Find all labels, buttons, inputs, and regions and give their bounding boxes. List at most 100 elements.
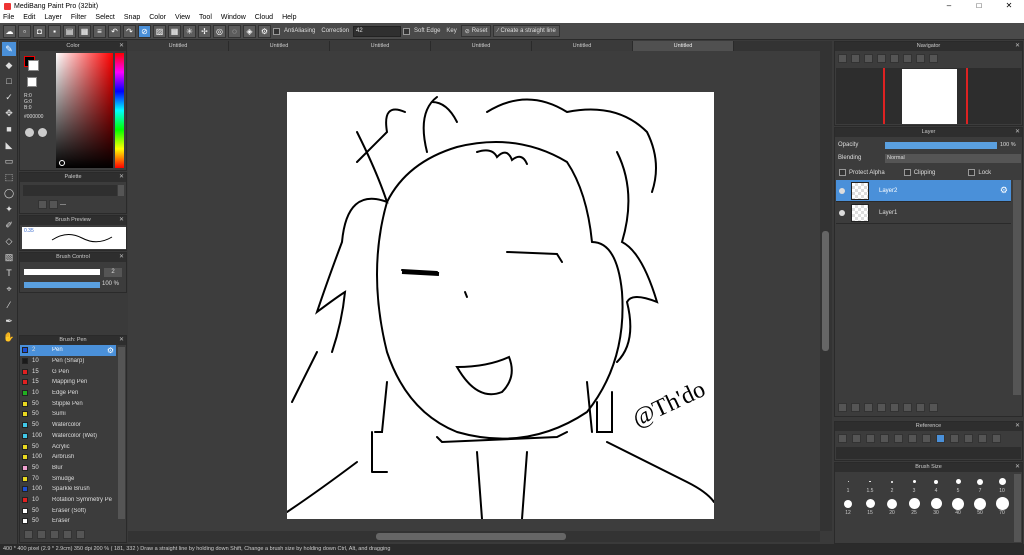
add-layer-menu-icon[interactable] [877, 403, 886, 412]
soft-edge-checkbox[interactable] [403, 27, 411, 35]
layer-row-layer2[interactable]: Layer2 ⚙ [836, 180, 1011, 202]
minimize-button[interactable]: – [934, 0, 964, 12]
grid-icon[interactable]: ▦ [78, 24, 91, 38]
tab-document-active[interactable]: Untitled [633, 41, 734, 51]
canvas-vertical-scrollbar[interactable] [820, 51, 832, 531]
reference-rotate-left-icon[interactable] [950, 434, 959, 443]
merge-layer-icon[interactable] [916, 403, 925, 412]
reference-flip-icon[interactable] [978, 434, 987, 443]
menu-select[interactable]: Select [95, 14, 114, 21]
circle-snap-icon[interactable]: ◎ [213, 24, 226, 38]
pen-tool-icon[interactable]: ✒ [2, 314, 16, 328]
cloud-icon[interactable]: ☁ [3, 24, 16, 38]
bucket-tool-icon[interactable]: ◣ [2, 138, 16, 152]
rotate-left-icon[interactable] [890, 54, 899, 63]
brush-size-swatch[interactable] [969, 497, 991, 510]
check-tool-icon[interactable]: ✓ [2, 90, 16, 104]
panel-close-icon[interactable]: ✕ [119, 216, 124, 225]
brush-item[interactable]: 50 Acrylic [20, 441, 116, 452]
brush-delete-icon[interactable] [76, 530, 85, 539]
menu-tool[interactable]: Tool [199, 14, 212, 21]
reset-button[interactable]: ⊘ Reset [460, 25, 492, 37]
reference-zoom-out-icon[interactable] [880, 434, 889, 443]
reference-hand-icon[interactable] [936, 434, 945, 443]
palette-add-icon[interactable] [38, 200, 47, 209]
hand-tool-icon[interactable]: ✋ [2, 330, 16, 344]
brush-size-swatch[interactable] [991, 475, 1013, 488]
brush-size-swatch[interactable] [837, 475, 859, 488]
correction-select[interactable]: 42 [353, 25, 402, 37]
new-8bit-layer-icon[interactable] [864, 403, 873, 412]
undo-icon[interactable]: ↶ [108, 24, 121, 38]
secondary-color-swatch[interactable] [28, 60, 39, 71]
saturation-value-square[interactable] [56, 53, 113, 168]
brush-item[interactable]: 10 Edge Pen [20, 388, 116, 399]
tab-document[interactable]: Untitled [229, 41, 330, 51]
color-wheel-icon[interactable] [38, 128, 47, 137]
drawing-canvas[interactable]: @Th'do [286, 92, 715, 520]
brush-size-swatch[interactable] [969, 475, 991, 488]
canvas-area[interactable]: @Th'do [128, 51, 820, 531]
grid-snap-icon[interactable]: ▦ [168, 24, 181, 38]
brush-gear-icon[interactable]: ⚙ [107, 346, 114, 355]
new-halftone-layer-icon[interactable] [851, 403, 860, 412]
tab-document[interactable]: Untitled [532, 41, 633, 51]
brush-item[interactable]: 15 Mapping Pen [20, 377, 116, 388]
panel-close-icon[interactable]: ✕ [119, 173, 124, 182]
select-tool-icon[interactable]: ⬚ [2, 170, 16, 184]
brush-settings-icon[interactable] [24, 530, 33, 539]
maximize-button[interactable]: □ [964, 0, 994, 12]
zoom-out-icon[interactable] [838, 54, 847, 63]
reference-eyedropper-icon[interactable] [922, 434, 931, 443]
blending-select[interactable]: Normal [885, 154, 1021, 163]
visibility-eye-icon[interactable] [839, 187, 845, 194]
brush-size-slider[interactable] [24, 269, 100, 275]
menu-edit[interactable]: Edit [23, 14, 35, 21]
dot-tool-icon[interactable]: □ [2, 74, 16, 88]
brush-size-swatch[interactable] [925, 497, 947, 510]
delete-layer-icon[interactable] [929, 403, 938, 412]
tab-document[interactable]: Untitled [330, 41, 431, 51]
snap-settings-icon[interactable]: ⚙ [258, 24, 271, 38]
tab-document[interactable]: Untitled [128, 41, 229, 51]
cross-snap-icon[interactable]: ✢ [198, 24, 211, 38]
curve-snap-icon[interactable]: ◌ [228, 24, 241, 38]
panel-close-icon[interactable]: ✕ [1015, 128, 1020, 137]
reference-cloud-icon[interactable] [838, 434, 847, 443]
panel-close-icon[interactable]: ✕ [119, 253, 124, 262]
brush-item[interactable]: 50 Watercolor [20, 420, 116, 431]
save-icon[interactable]: ▪ [48, 24, 61, 38]
reference-zoom-in-icon[interactable] [894, 434, 903, 443]
parallel-snap-icon[interactable]: ▨ [153, 24, 166, 38]
brush-size-swatch[interactable] [903, 497, 925, 510]
brush-item[interactable]: 50 Eraser [20, 516, 116, 527]
reference-fit-icon[interactable] [908, 434, 917, 443]
text-tool-icon[interactable]: T [2, 266, 16, 280]
rotate-right-icon[interactable] [903, 54, 912, 63]
brush-item[interactable]: 15 G Pen [20, 366, 116, 377]
menu-layer[interactable]: Layer [44, 14, 62, 21]
brush-size-swatch[interactable] [925, 475, 947, 488]
reference-reset-icon[interactable] [992, 434, 1001, 443]
brush-size-swatch[interactable] [881, 475, 903, 488]
menu-file[interactable]: File [3, 14, 14, 21]
brush-size-swatch[interactable] [903, 475, 925, 488]
brush-size-swatch[interactable] [947, 475, 969, 488]
brush-opacity-slider[interactable] [24, 282, 100, 288]
brush-item[interactable]: 50 Sumi [20, 409, 116, 420]
reference-rotate-right-icon[interactable] [964, 434, 973, 443]
visibility-eye-icon[interactable] [839, 209, 845, 216]
brush-item[interactable]: 100 Airbrush [20, 452, 116, 463]
lock-checkbox[interactable] [968, 169, 976, 176]
palette-scroll[interactable] [118, 185, 124, 196]
brush-size-swatch[interactable] [859, 475, 881, 488]
fill-rect-tool-icon[interactable]: ■ [2, 122, 16, 136]
brush-item[interactable]: 100 Watercolor (Wet) [20, 431, 116, 442]
brush-item[interactable]: 50 Stipple Pen [20, 398, 116, 409]
menu-help[interactable]: Help [282, 14, 296, 21]
transparent-swatch[interactable] [27, 77, 37, 87]
actual-size-icon[interactable] [877, 54, 886, 63]
clipping-checkbox[interactable] [903, 169, 911, 176]
panel-close-icon[interactable]: ✕ [119, 336, 124, 345]
new-layer-icon[interactable] [838, 403, 847, 412]
